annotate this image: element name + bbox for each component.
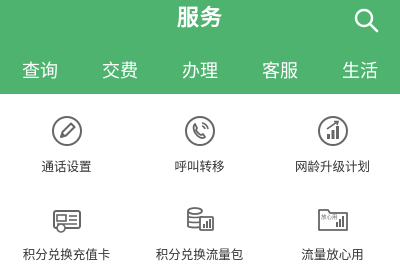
tab-support[interactable]: 客服	[240, 54, 320, 90]
folder-icon-text: 放心用	[321, 213, 338, 221]
tab-bar: 查询 交费 办理 客服 生活	[0, 54, 400, 90]
card-icon	[52, 210, 81, 233]
service-call-forwarding[interactable]: 呼叫转移	[133, 110, 266, 180]
service-label: 流量放心用	[301, 247, 364, 262]
service-grid: 通话设置 呼叫转移 网龄升级计划 积分兑换充值卡 积分兑换流量包 放心用 流量放…	[0, 104, 400, 262]
service-label: 网龄升级计划	[294, 159, 370, 174]
pen-icon	[51, 116, 82, 146]
tab-life[interactable]: 生活	[320, 54, 400, 90]
service-label: 积分兑换流量包	[155, 247, 244, 262]
folder-icon: 放心用	[317, 209, 348, 231]
bar-growth-icon	[317, 116, 348, 146]
coins-chart-icon	[186, 207, 214, 231]
service-label: 呼叫转移	[174, 159, 225, 174]
tab-handle[interactable]: 办理	[160, 54, 240, 90]
active-tab-indicator	[192, 86, 208, 94]
service-call-settings[interactable]: 通话设置	[0, 110, 133, 180]
service-worry-free-data[interactable]: 放心用 流量放心用	[266, 198, 399, 268]
tab-query[interactable]: 查询	[0, 54, 80, 90]
service-points-data-pack[interactable]: 积分兑换流量包	[133, 198, 266, 268]
phone-icon	[184, 116, 215, 146]
search-icon[interactable]	[352, 6, 380, 34]
service-tenure-upgrade[interactable]: 网龄升级计划	[266, 110, 399, 180]
header-bar: 服务 查询 交费 办理 客服 生活	[0, 0, 400, 94]
tab-payment[interactable]: 交费	[80, 54, 160, 90]
service-label: 积分兑换充值卡	[22, 247, 111, 262]
service-points-recharge-card[interactable]: 积分兑换充值卡	[0, 198, 133, 268]
service-label: 通话设置	[41, 159, 92, 174]
page-title: 服务	[176, 6, 223, 31]
